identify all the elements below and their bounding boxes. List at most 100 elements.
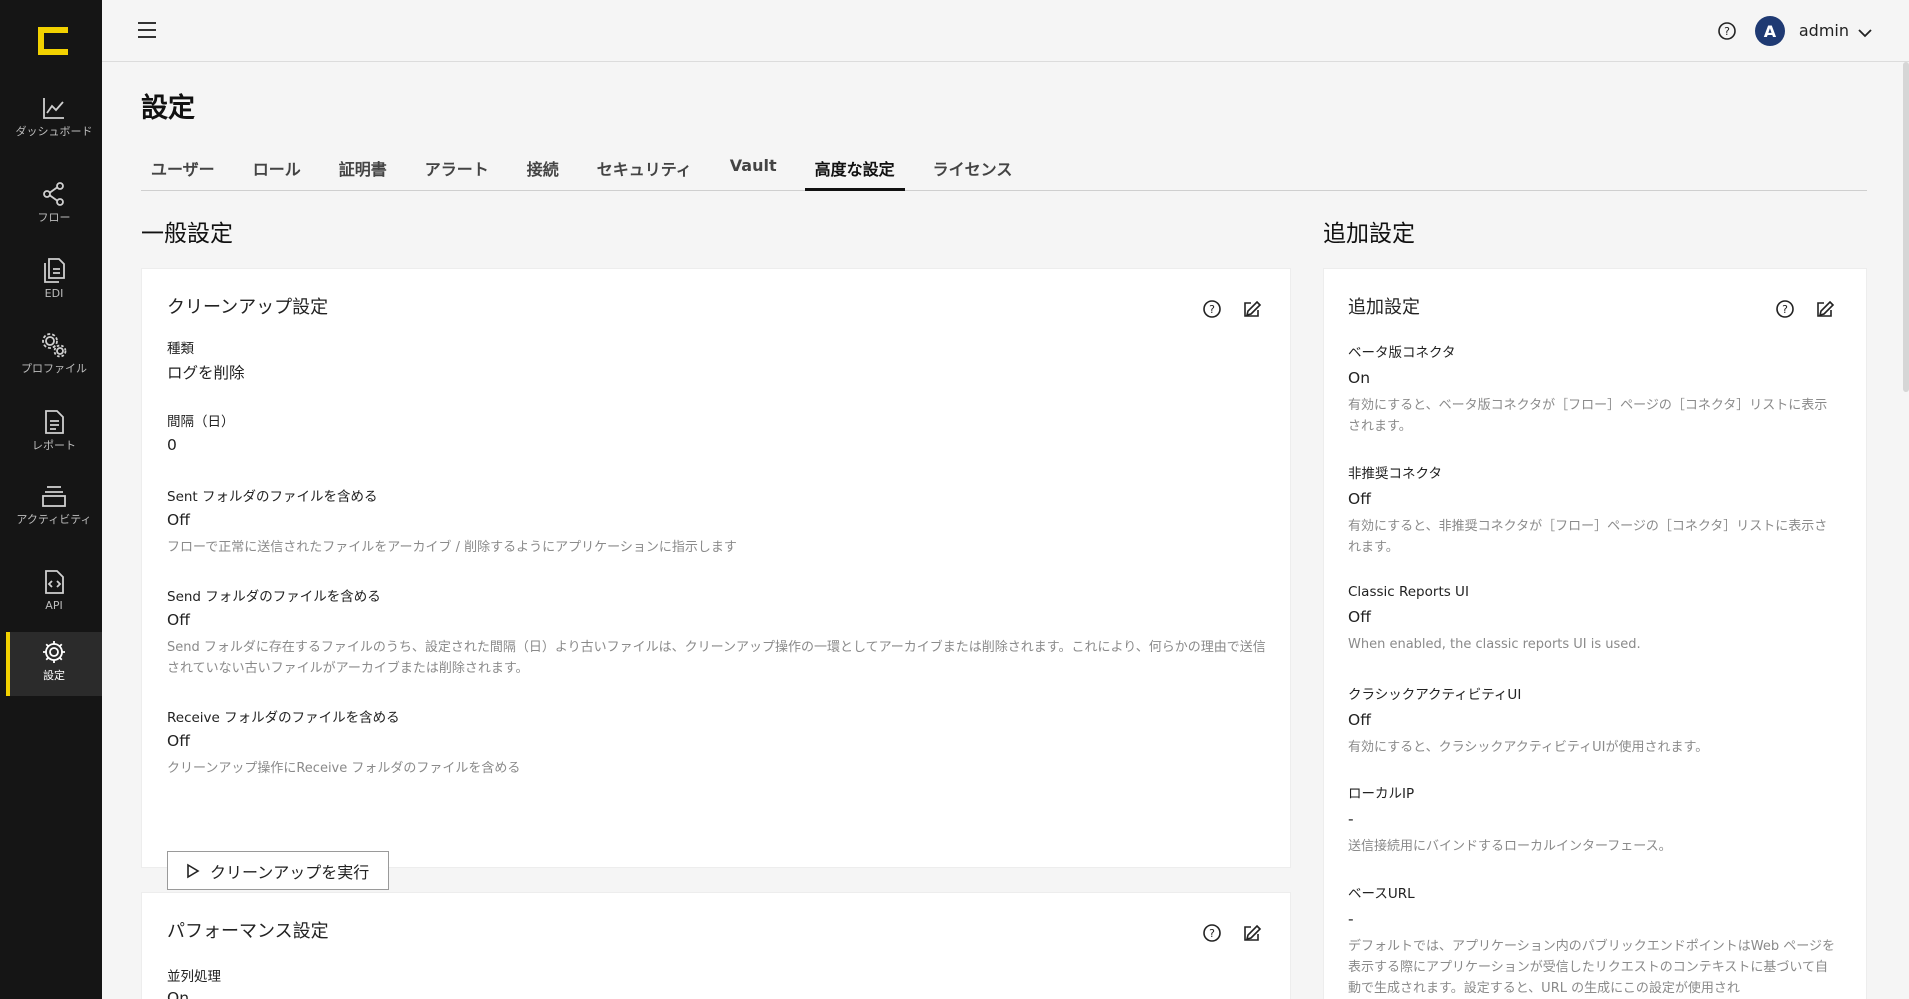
deprecated-connectors-field: 非推奨コネクタ Off 有効にすると、非推奨コネクタが［フロー］ページの［コネク… bbox=[1348, 462, 1838, 558]
sidebar-item-label: ダッシュボード bbox=[15, 125, 93, 138]
field-label: ベースURL bbox=[1348, 886, 1415, 902]
top-bar: ? A admin bbox=[102, 0, 1909, 62]
sidebar-item-label: EDI bbox=[44, 287, 64, 300]
field-value: 0 bbox=[167, 436, 177, 454]
field-label: 並列処理 bbox=[167, 969, 221, 985]
active-indicator bbox=[6, 632, 10, 696]
additional-settings-card: 追加設定 ? ベータ版コネクタ On 有効にすると、ベータ版コネクタが［フロー］… bbox=[1323, 268, 1867, 999]
tab-connections[interactable]: 接続 bbox=[517, 150, 569, 190]
field-label: ベータ版コネクタ bbox=[1348, 345, 1456, 361]
classic-reports-ui-field: Classic Reports UI Off When enabled, the… bbox=[1348, 584, 1838, 655]
field-label: 非推奨コネクタ bbox=[1348, 466, 1442, 482]
sidebar-item-label: API bbox=[45, 599, 63, 612]
general-settings-title: 一般設定 bbox=[141, 221, 233, 247]
report-icon bbox=[40, 408, 68, 436]
sent-folder-field: Sent フォルダのファイルを含める Off フローで正常に送信されたファイルを… bbox=[167, 485, 1267, 558]
sidebar-item-label: 設定 bbox=[43, 669, 65, 682]
tab-license[interactable]: ライセンス bbox=[923, 150, 1023, 190]
help-icon[interactable]: ? bbox=[1775, 299, 1795, 319]
code-file-icon bbox=[40, 568, 68, 596]
sidebar-item-dashboard[interactable]: ダッシュボード bbox=[6, 88, 102, 160]
tab-advanced-settings[interactable]: 高度な設定 bbox=[804, 150, 905, 191]
field-description: フローで正常に送信されたファイルをアーカイブ / 削除するようにアプリケーション… bbox=[167, 540, 737, 555]
field-description: デフォルトでは、アプリケーション内のパブリックエンドポイントはWeb ページを表… bbox=[1348, 939, 1835, 996]
field-description: When enabled, the classic reports UI is … bbox=[1348, 637, 1641, 652]
card-title: クリーンアップ設定 bbox=[167, 297, 329, 318]
field-value: - bbox=[1348, 810, 1354, 828]
field-label: ローカルIP bbox=[1348, 786, 1415, 802]
edit-icon[interactable] bbox=[1242, 299, 1262, 319]
sidebar-item-label: アクティビティ bbox=[16, 513, 92, 526]
sidebar-item-edi[interactable]: EDI bbox=[6, 250, 102, 322]
help-icon[interactable]: ? bbox=[1202, 299, 1222, 319]
send-folder-field: Send フォルダのファイルを含める Off Send フォルダに存在するファイ… bbox=[167, 585, 1267, 679]
avatar[interactable]: A bbox=[1755, 16, 1785, 46]
field-value: Off bbox=[1348, 608, 1371, 626]
user-name[interactable]: admin bbox=[1799, 21, 1849, 40]
field-label: Send フォルダのファイルを含める bbox=[167, 589, 381, 605]
settings-tabs: ユーザー ロール 証明書 アラート 接続 セキュリティ Vault 高度な設定 … bbox=[141, 150, 1867, 191]
app-logo[interactable] bbox=[38, 27, 68, 55]
cleanup-interval-field: 間隔（日） 0 bbox=[167, 410, 1267, 454]
documents-icon bbox=[40, 256, 68, 284]
menu-icon[interactable] bbox=[138, 22, 156, 38]
base-url-field: ベースURL - デフォルトでは、アプリケーション内のパブリックエンドポイントは… bbox=[1348, 882, 1838, 999]
sidebar-item-label: レポート bbox=[32, 439, 76, 452]
share-nodes-icon bbox=[40, 180, 68, 208]
field-label: Receive フォルダのファイルを含める bbox=[167, 710, 400, 726]
field-value: - bbox=[1348, 910, 1354, 928]
cleanup-type-field: 種類 ログを削除 bbox=[167, 337, 1267, 383]
sidebar-item-profile[interactable]: プロファイル bbox=[6, 325, 102, 397]
gears-icon bbox=[40, 331, 68, 359]
field-value: Off bbox=[167, 732, 190, 750]
tab-certificates[interactable]: 証明書 bbox=[329, 150, 397, 190]
field-description: Send フォルダに存在するファイルのうち、設定された間隔（日）より古いファイル… bbox=[167, 640, 1266, 676]
local-ip-field: ローカルIP - 送信接続用にバインドするローカルインターフェース。 bbox=[1348, 782, 1838, 857]
edit-icon[interactable] bbox=[1815, 299, 1835, 319]
play-icon bbox=[187, 863, 200, 878]
field-description: 有効にすると、非推奨コネクタが［フロー］ページの［コネクタ］リストに表示されます… bbox=[1348, 519, 1828, 555]
sidebar-item-label: フロー bbox=[37, 211, 71, 224]
tab-vault[interactable]: Vault bbox=[720, 150, 787, 190]
additional-settings-title: 追加設定 bbox=[1323, 221, 1415, 247]
card-title: パフォーマンス設定 bbox=[167, 921, 329, 942]
sidebar-item-activity[interactable]: アクティビティ bbox=[6, 476, 102, 548]
sidebar-item-api[interactable]: API bbox=[6, 562, 102, 634]
svg-text:?: ? bbox=[1209, 303, 1215, 316]
sidebar: ダッシュボード フロー EDI プロファイル レポート アクティビティ API … bbox=[0, 0, 102, 999]
field-description: 有効にすると、クラシックアクティビティUIが使用されます。 bbox=[1348, 740, 1709, 755]
tab-security[interactable]: セキュリティ bbox=[587, 150, 702, 190]
help-icon[interactable]: ? bbox=[1202, 923, 1222, 943]
sidebar-item-report[interactable]: レポート bbox=[6, 402, 102, 474]
field-label: Sent フォルダのファイルを含める bbox=[167, 489, 378, 505]
sidebar-item-label: プロファイル bbox=[21, 362, 87, 375]
svg-text:?: ? bbox=[1782, 303, 1788, 316]
tab-users[interactable]: ユーザー bbox=[141, 150, 225, 190]
field-value: ログを削除 bbox=[167, 364, 245, 382]
page-title: 設定 bbox=[141, 93, 195, 124]
edit-icon[interactable] bbox=[1242, 923, 1262, 943]
field-description: 有効にすると、ベータ版コネクタが［フロー］ページの［コネクタ］リストに表示されま… bbox=[1348, 398, 1828, 434]
field-description: 送信接続用にバインドするローカルインターフェース。 bbox=[1348, 839, 1672, 854]
tab-alerts[interactable]: アラート bbox=[415, 150, 499, 190]
field-value: Off bbox=[167, 611, 190, 629]
layers-icon bbox=[40, 482, 68, 510]
button-label: クリーンアップを実行 bbox=[210, 862, 370, 882]
sidebar-item-flow[interactable]: フロー bbox=[6, 174, 102, 246]
page-scrollbar[interactable] bbox=[1903, 62, 1909, 392]
field-value: Off bbox=[167, 511, 190, 529]
chevron-down-icon[interactable] bbox=[1857, 24, 1873, 38]
help-icon[interactable]: ? bbox=[1717, 21, 1737, 41]
run-cleanup-button[interactable]: クリーンアップを実行 bbox=[167, 851, 389, 890]
field-description: クリーンアップ操作にReceive フォルダのファイルを含める bbox=[167, 761, 521, 776]
receive-folder-field: Receive フォルダのファイルを含める Off クリーンアップ操作にRece… bbox=[167, 706, 1267, 779]
field-value: Off bbox=[1348, 711, 1371, 729]
svg-text:?: ? bbox=[1724, 25, 1730, 38]
svg-text:?: ? bbox=[1209, 927, 1215, 940]
performance-settings-card: パフォーマンス設定 ? 並列処理 On bbox=[141, 892, 1291, 999]
classic-activity-ui-field: クラシックアクティビティUI Off 有効にすると、クラシックアクティビティUI… bbox=[1348, 683, 1838, 758]
field-label: Classic Reports UI bbox=[1348, 584, 1469, 600]
chart-line-icon bbox=[40, 94, 68, 122]
tab-roles[interactable]: ロール bbox=[243, 150, 311, 190]
sidebar-item-settings[interactable]: 設定 bbox=[6, 632, 102, 696]
